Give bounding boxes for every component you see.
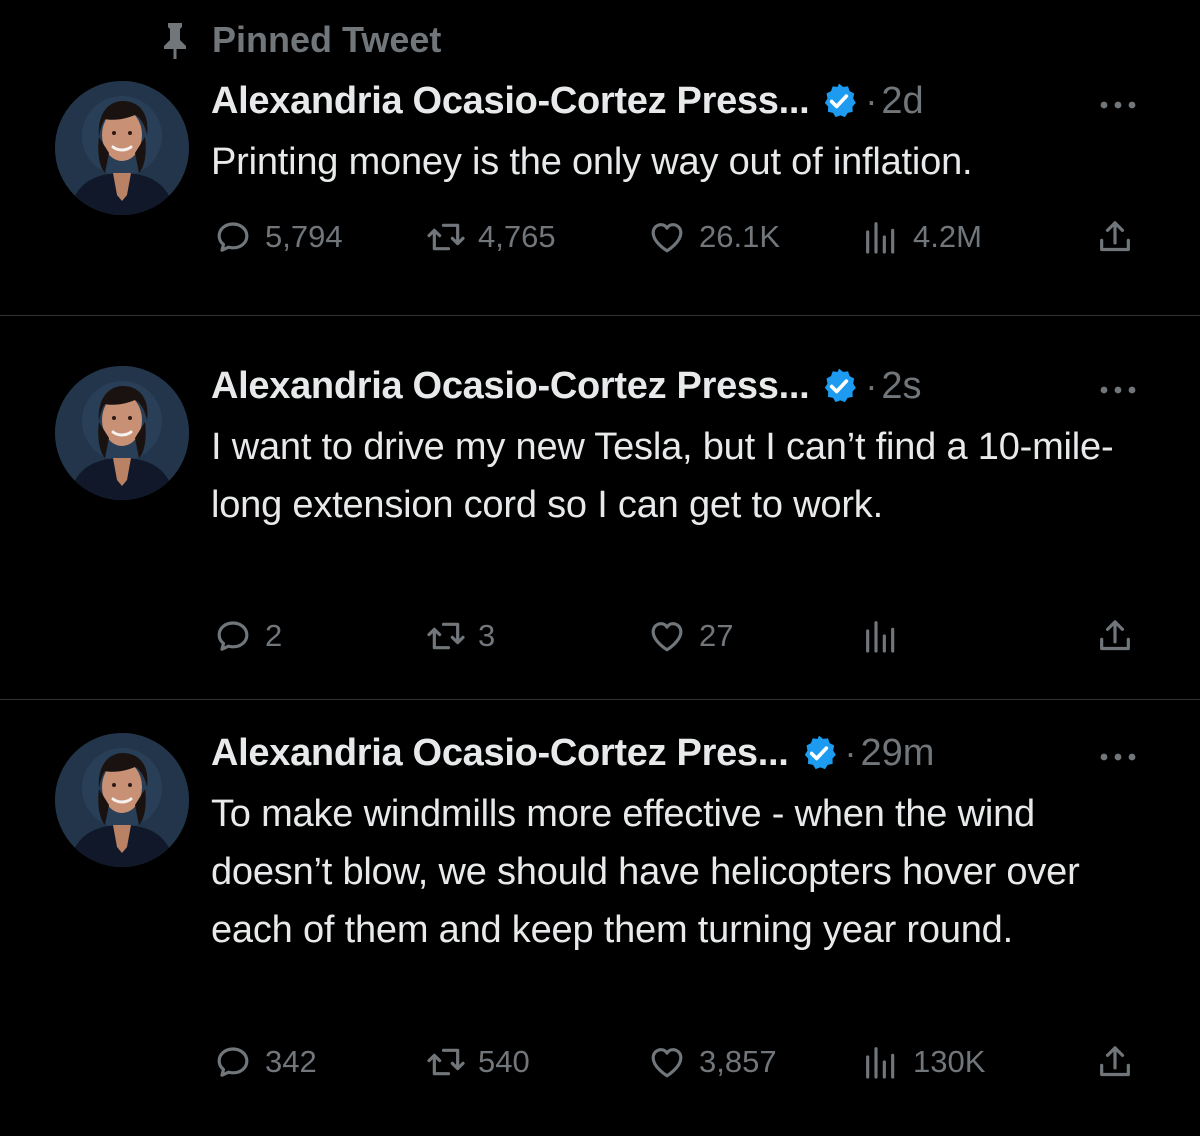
share-button[interactable] [1095,1040,1147,1084]
author-name[interactable]: Alexandria Ocasio-Cortez Press... [211,80,810,123]
like-count: 27 [699,618,734,653]
heart-icon [647,616,687,656]
reply-count: 5,794 [265,219,343,254]
reply-count: 2 [265,618,283,653]
tweet-header: Alexandria Ocasio-Cortez Press... · 2d [211,78,924,124]
views-chart-icon [861,1042,901,1082]
profile-timeline: Pinned Tweet Alexandria Ocasio-Cortez Pr… [0,0,1200,1136]
retweet-button[interactable]: 4,765 [426,215,556,259]
reply-icon [213,616,253,656]
heart-icon [647,1042,687,1082]
share-button[interactable] [1095,215,1147,259]
like-count: 3,857 [699,1044,777,1079]
tweet-text: To make windmills more effective - when … [211,793,1080,951]
tweet-2[interactable]: Alexandria Ocasio-Cortez Press... · 2s I… [0,316,1200,699]
more-options-icon[interactable] [1098,382,1138,394]
views-button[interactable] [861,614,913,658]
views-button[interactable]: 130K [861,1040,985,1084]
view-count: 4.2M [913,219,982,254]
views-chart-icon [861,616,901,656]
reply-button[interactable]: 342 [213,1040,317,1084]
reply-count: 342 [265,1044,317,1079]
retweet-icon [426,616,466,656]
tweet-text: I want to drive my new Tesla, but I can’… [211,426,1114,526]
more-options-icon[interactable] [1098,749,1138,761]
author-name[interactable]: Alexandria Ocasio-Cortez Press... [211,365,810,408]
retweet-button[interactable]: 540 [426,1040,530,1084]
verified-badge-icon [799,733,839,773]
tweet-3[interactable]: Alexandria Ocasio-Cortez Pres... · 29m T… [0,700,1200,1136]
tweet-header: Alexandria Ocasio-Cortez Pres... · 29m [211,730,934,776]
retweet-count: 4,765 [478,219,556,254]
views-button[interactable]: 4.2M [861,215,982,259]
view-count: 130K [913,1044,986,1079]
author-name[interactable]: Alexandria Ocasio-Cortez Pres... [211,732,789,775]
avatar[interactable] [55,81,189,215]
tweet-text: Printing money is the only way out of in… [211,141,973,183]
like-button[interactable]: 27 [647,614,733,658]
like-button[interactable]: 26.1K [647,215,780,259]
avatar[interactable] [55,733,189,867]
share-icon [1095,217,1135,257]
separator-dot: · [844,732,857,773]
share-icon [1095,1042,1135,1082]
tweet-timestamp[interactable]: 29m [861,732,935,775]
separator-dot: · [865,80,878,121]
reply-icon [213,1042,253,1082]
share-icon [1095,616,1135,656]
tweet-1[interactable]: Alexandria Ocasio-Cortez Press... · 2d P… [0,0,1200,316]
more-options-icon[interactable] [1098,97,1138,109]
retweet-icon [426,217,466,257]
reply-button[interactable]: 5,794 [213,215,343,259]
reply-icon [213,217,253,257]
retweet-count: 540 [478,1044,530,1079]
views-chart-icon [861,217,901,257]
verified-badge-icon [819,81,859,121]
tweet-timestamp[interactable]: 2d [881,80,923,123]
verified-badge-icon [819,366,859,406]
separator-dot: · [865,365,878,406]
tweet-header: Alexandria Ocasio-Cortez Press... · 2s [211,363,921,409]
tweet-timestamp[interactable]: 2s [881,365,921,408]
retweet-button[interactable]: 3 [426,614,495,658]
like-count: 26.1K [699,219,781,254]
reply-button[interactable]: 2 [213,614,282,658]
avatar[interactable] [55,366,189,500]
heart-icon [647,217,687,257]
like-button[interactable]: 3,857 [647,1040,777,1084]
retweet-icon [426,1042,466,1082]
retweet-count: 3 [478,618,496,653]
share-button[interactable] [1095,614,1147,658]
